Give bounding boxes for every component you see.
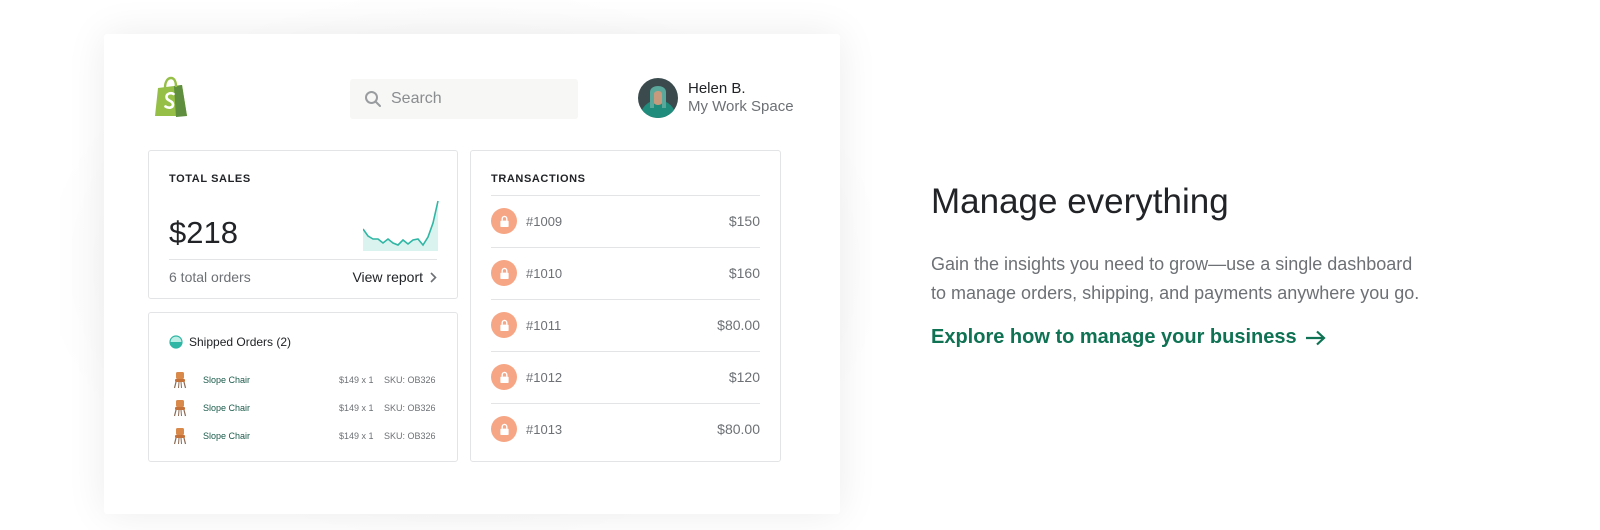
total-sales-title: TOTAL SALES bbox=[169, 173, 251, 185]
lock-icon bbox=[491, 208, 517, 234]
transaction-row[interactable]: #1009 $150 bbox=[491, 196, 760, 246]
shipped-orders-title: Shipped Orders (2) bbox=[189, 335, 292, 349]
transaction-row[interactable]: #1013 $80.00 bbox=[491, 404, 760, 454]
shipped-item[interactable]: Slope Chair $149 x 1 SKU: OB326 bbox=[173, 369, 437, 391]
transaction-id: #1012 bbox=[526, 369, 563, 385]
search-icon bbox=[365, 91, 381, 107]
sales-divider bbox=[169, 259, 437, 260]
transaction-row[interactable]: #1011 $80.00 bbox=[491, 300, 760, 350]
promo-section: Manage everything Gain the insights you … bbox=[931, 182, 1451, 349]
transaction-row[interactable]: #1010 $160 bbox=[491, 248, 760, 298]
lock-icon bbox=[491, 364, 517, 390]
explore-manage-business-link[interactable]: Explore how to manage your business bbox=[931, 326, 1451, 349]
transaction-id: #1013 bbox=[526, 421, 563, 437]
total-sales-panel: TOTAL SALES $218 6 total orders View rep… bbox=[148, 150, 458, 299]
lock-icon bbox=[491, 312, 517, 338]
user-info: Helen B. My Work Space bbox=[688, 80, 794, 116]
total-orders-count: 6 total orders bbox=[169, 269, 251, 285]
shipped-item-sku: SKU: OB326 bbox=[384, 375, 436, 385]
promo-description: Gain the insights you need to grow—use a… bbox=[931, 254, 1420, 303]
transaction-amount: $160 bbox=[728, 265, 760, 281]
shipped-item-price: $149 x 1 bbox=[339, 403, 374, 413]
shipped-item-price: $149 x 1 bbox=[339, 375, 374, 385]
transaction-id: #1010 bbox=[526, 265, 563, 281]
chevron-right-icon bbox=[430, 271, 437, 283]
explore-link-label: Explore how to manage your business bbox=[931, 326, 1297, 348]
shipped-item[interactable]: Slope Chair $149 x 1 SKU: OB326 bbox=[173, 425, 437, 447]
shipped-item-name: Slope Chair bbox=[203, 403, 251, 413]
chair-icon bbox=[173, 400, 187, 417]
chair-icon bbox=[173, 428, 187, 445]
transaction-row[interactable]: #1012 $120 bbox=[491, 352, 760, 402]
total-sales-amount: $218 bbox=[169, 215, 238, 250]
sales-sparkline bbox=[363, 200, 439, 251]
transaction-amount: $80.00 bbox=[717, 317, 760, 333]
shipped-item-sku: SKU: OB326 bbox=[384, 431, 436, 441]
user-profile[interactable]: Helen B. My Work Space bbox=[638, 78, 794, 118]
shipped-item-name: Slope Chair bbox=[203, 375, 251, 385]
transaction-id: #1009 bbox=[526, 213, 563, 229]
half-circle-icon bbox=[169, 335, 183, 349]
avatar[interactable] bbox=[638, 78, 678, 118]
transactions-title: TRANSACTIONS bbox=[491, 173, 586, 185]
view-report-link[interactable]: View report bbox=[352, 269, 437, 285]
lock-icon bbox=[491, 260, 517, 286]
shipped-item-price: $149 x 1 bbox=[339, 431, 374, 441]
shipped-item[interactable]: Slope Chair $149 x 1 SKU: OB326 bbox=[173, 397, 437, 419]
search-box[interactable] bbox=[350, 79, 578, 119]
transaction-amount: $80.00 bbox=[717, 421, 760, 437]
dashboard-card: Helen B. My Work Space TOTAL SALES $218 … bbox=[104, 34, 840, 514]
transaction-amount: $150 bbox=[728, 213, 760, 229]
transactions-panel: TRANSACTIONS #1009 $150 #1010 $160 #1011… bbox=[470, 150, 781, 462]
search-input[interactable] bbox=[391, 90, 561, 108]
promo-title: Manage everything bbox=[931, 182, 1229, 221]
shipped-item-name: Slope Chair bbox=[203, 431, 251, 441]
lock-icon bbox=[491, 416, 517, 442]
shipped-orders-header: Shipped Orders (2) bbox=[169, 335, 291, 349]
shopify-bag-icon bbox=[155, 76, 187, 117]
shipped-item-sku: SKU: OB326 bbox=[384, 403, 436, 413]
user-workspace: My Work Space bbox=[688, 98, 794, 115]
view-report-label: View report bbox=[352, 269, 423, 285]
transaction-id: #1011 bbox=[526, 317, 562, 333]
chair-icon bbox=[173, 372, 187, 389]
user-name: Helen B. bbox=[688, 80, 746, 97]
shipped-orders-panel: Shipped Orders (2) Slope Chair $149 x 1 … bbox=[148, 312, 458, 462]
transaction-amount: $120 bbox=[728, 369, 760, 385]
arrow-right-icon bbox=[1305, 330, 1326, 345]
